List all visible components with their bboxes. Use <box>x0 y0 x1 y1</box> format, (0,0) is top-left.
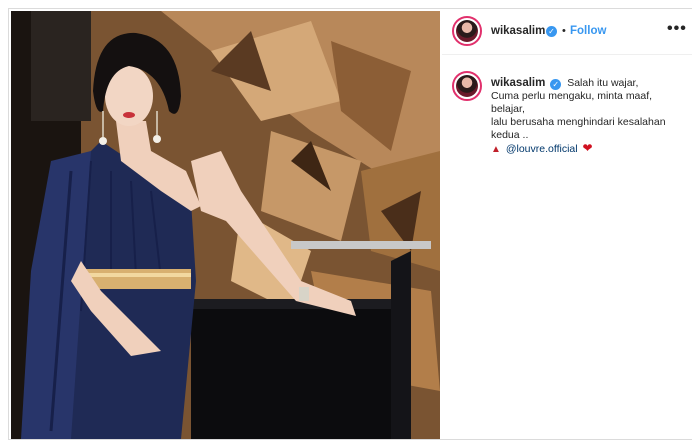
post-photo[interactable] <box>11 11 440 439</box>
avatar[interactable] <box>452 16 482 46</box>
mention-link[interactable]: @louvre.official <box>506 143 578 155</box>
post-photo-illustration <box>11 11 440 439</box>
verified-badge-icon: ✓ <box>546 26 557 37</box>
caption-line: belajar, <box>491 103 525 115</box>
avatar-image <box>456 75 478 97</box>
caption-line: Cuma perlu mengaku, minta maaf, <box>491 90 653 102</box>
caption-mention-line: ▲ @louvre.official ❤ <box>491 142 691 156</box>
caption-line: lalu berusaha menghindari kesalahan <box>491 116 666 128</box>
caption-username[interactable]: wikasalim <box>491 77 545 89</box>
post-header: wikasalim ✓ • Follow ••• <box>442 9 692 55</box>
avatar-image <box>456 20 478 42</box>
post-side-panel: wikasalim ✓ • Follow ••• wikasalim ✓ Sal… <box>442 9 692 439</box>
verified-badge-icon: ✓ <box>550 79 562 90</box>
header-username[interactable]: wikasalim <box>491 25 545 37</box>
more-options-icon[interactable]: ••• <box>667 20 687 38</box>
header-separator: • <box>562 25 566 37</box>
follow-button[interactable]: Follow <box>570 25 606 37</box>
red-heart-emoji-icon: ❤ <box>582 141 593 155</box>
caption-line: Salah itu wajar, <box>567 77 639 89</box>
instagram-post: wikasalim ✓ • Follow ••• wikasalim ✓ Sal… <box>8 8 692 440</box>
caption-avatar[interactable] <box>452 71 482 101</box>
post-caption: wikasalim ✓ Salah itu wajar, Cuma perlu … <box>491 77 691 156</box>
dress-emoji-icon: ▲ <box>491 144 501 155</box>
